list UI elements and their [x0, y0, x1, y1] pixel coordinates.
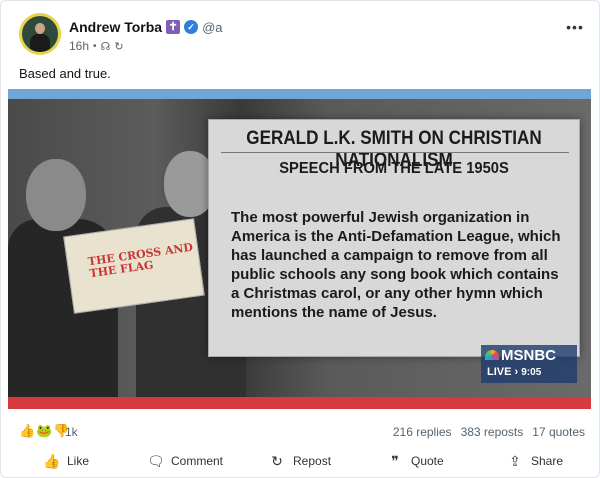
share-icon: ⇪: [509, 452, 521, 469]
post-actions: 👍 Like 🗨 Comment ↻ Repost ❞ Quote ⇪ Shar…: [19, 451, 585, 471]
post-text: Based and true.: [19, 66, 111, 81]
reaction-count[interactable]: 1k: [65, 425, 78, 439]
post-header: Andrew Torba ✝ ✓ @a 16h • ☊ ↻ •••: [19, 13, 585, 59]
quote-panel: GERALD L.K. SMITH ON CHRISTIAN NATIONALI…: [208, 119, 580, 357]
separator-dot: •: [93, 40, 97, 52]
post-time[interactable]: 16h: [69, 39, 89, 53]
repost-label: Repost: [293, 454, 332, 468]
reaction-icons[interactable]: 👍 🐸 👎: [19, 423, 70, 439]
panel-subtitle: SPEECH FROM THE LATE 1950S: [279, 160, 509, 177]
avatar-image: [22, 16, 58, 52]
post-media-image[interactable]: THE CROSS AND THE FLAG GERALD L.K. SMITH…: [8, 89, 591, 409]
thumbs-up-icon: 👍: [43, 452, 61, 469]
share-button[interactable]: ⇪ Share: [507, 451, 563, 471]
cross-icon: ✝: [166, 20, 181, 34]
panel-body: The most powerful Jewish organization in…: [231, 209, 561, 321]
replies-count[interactable]: 216 replies: [393, 425, 452, 439]
live-time: 9:05: [521, 367, 542, 378]
verified-icon: ✓: [184, 20, 199, 34]
media-top-strip: [8, 89, 591, 99]
frog-icon: 🐸: [36, 423, 53, 438]
peacock-icon: [485, 350, 499, 360]
name-row: Andrew Torba ✝ ✓ @a: [69, 18, 223, 36]
network-name: MSNBC: [501, 347, 556, 364]
author-name[interactable]: Andrew Torba: [69, 19, 162, 35]
share-label: Share: [531, 454, 564, 468]
edit-icon: ↻: [114, 40, 124, 53]
live-indicator: LIVE › 9:05: [487, 366, 542, 378]
engagement-counts: 216 replies 383 reposts 17 quotes: [393, 425, 585, 439]
author-handle[interactable]: @a: [202, 20, 222, 35]
more-options-icon[interactable]: •••: [565, 17, 585, 37]
quotes-count[interactable]: 17 quotes: [532, 425, 585, 439]
like-button[interactable]: 👍 Like: [43, 451, 89, 471]
media-photo: THE CROSS AND THE FLAG GERALD L.K. SMITH…: [8, 99, 591, 409]
post-stats: 👍 🐸 👎 1k 216 replies 383 reposts 17 quot…: [19, 423, 585, 441]
comment-icon: 🗨: [147, 452, 165, 469]
post-meta: 16h • ☊ ↻: [69, 38, 124, 54]
panel-divider: [221, 152, 569, 153]
media-bottom-strip: [8, 397, 591, 409]
avatar[interactable]: [19, 13, 61, 55]
comment-button[interactable]: 🗨 Comment: [147, 451, 223, 471]
live-label: LIVE: [487, 366, 512, 378]
post-card: Andrew Torba ✝ ✓ @a 16h • ☊ ↻ ••• Based …: [0, 0, 600, 478]
quote-icon: ❞: [391, 452, 399, 469]
like-label: Like: [67, 454, 90, 468]
people-icon: ☊: [100, 40, 111, 53]
comment-label: Comment: [171, 454, 224, 468]
repost-button[interactable]: ↻ Repost: [269, 451, 331, 471]
reposts-count[interactable]: 383 reposts: [461, 425, 524, 439]
book-title: THE CROSS AND THE FLAG: [87, 240, 194, 281]
network-logo: MSNBC LIVE › 9:05: [481, 345, 577, 383]
quote-button[interactable]: ❞ Quote: [387, 451, 444, 471]
repost-icon: ↻: [271, 452, 283, 469]
thumbs-up-icon: 👍: [19, 423, 36, 438]
quote-label: Quote: [411, 454, 444, 468]
